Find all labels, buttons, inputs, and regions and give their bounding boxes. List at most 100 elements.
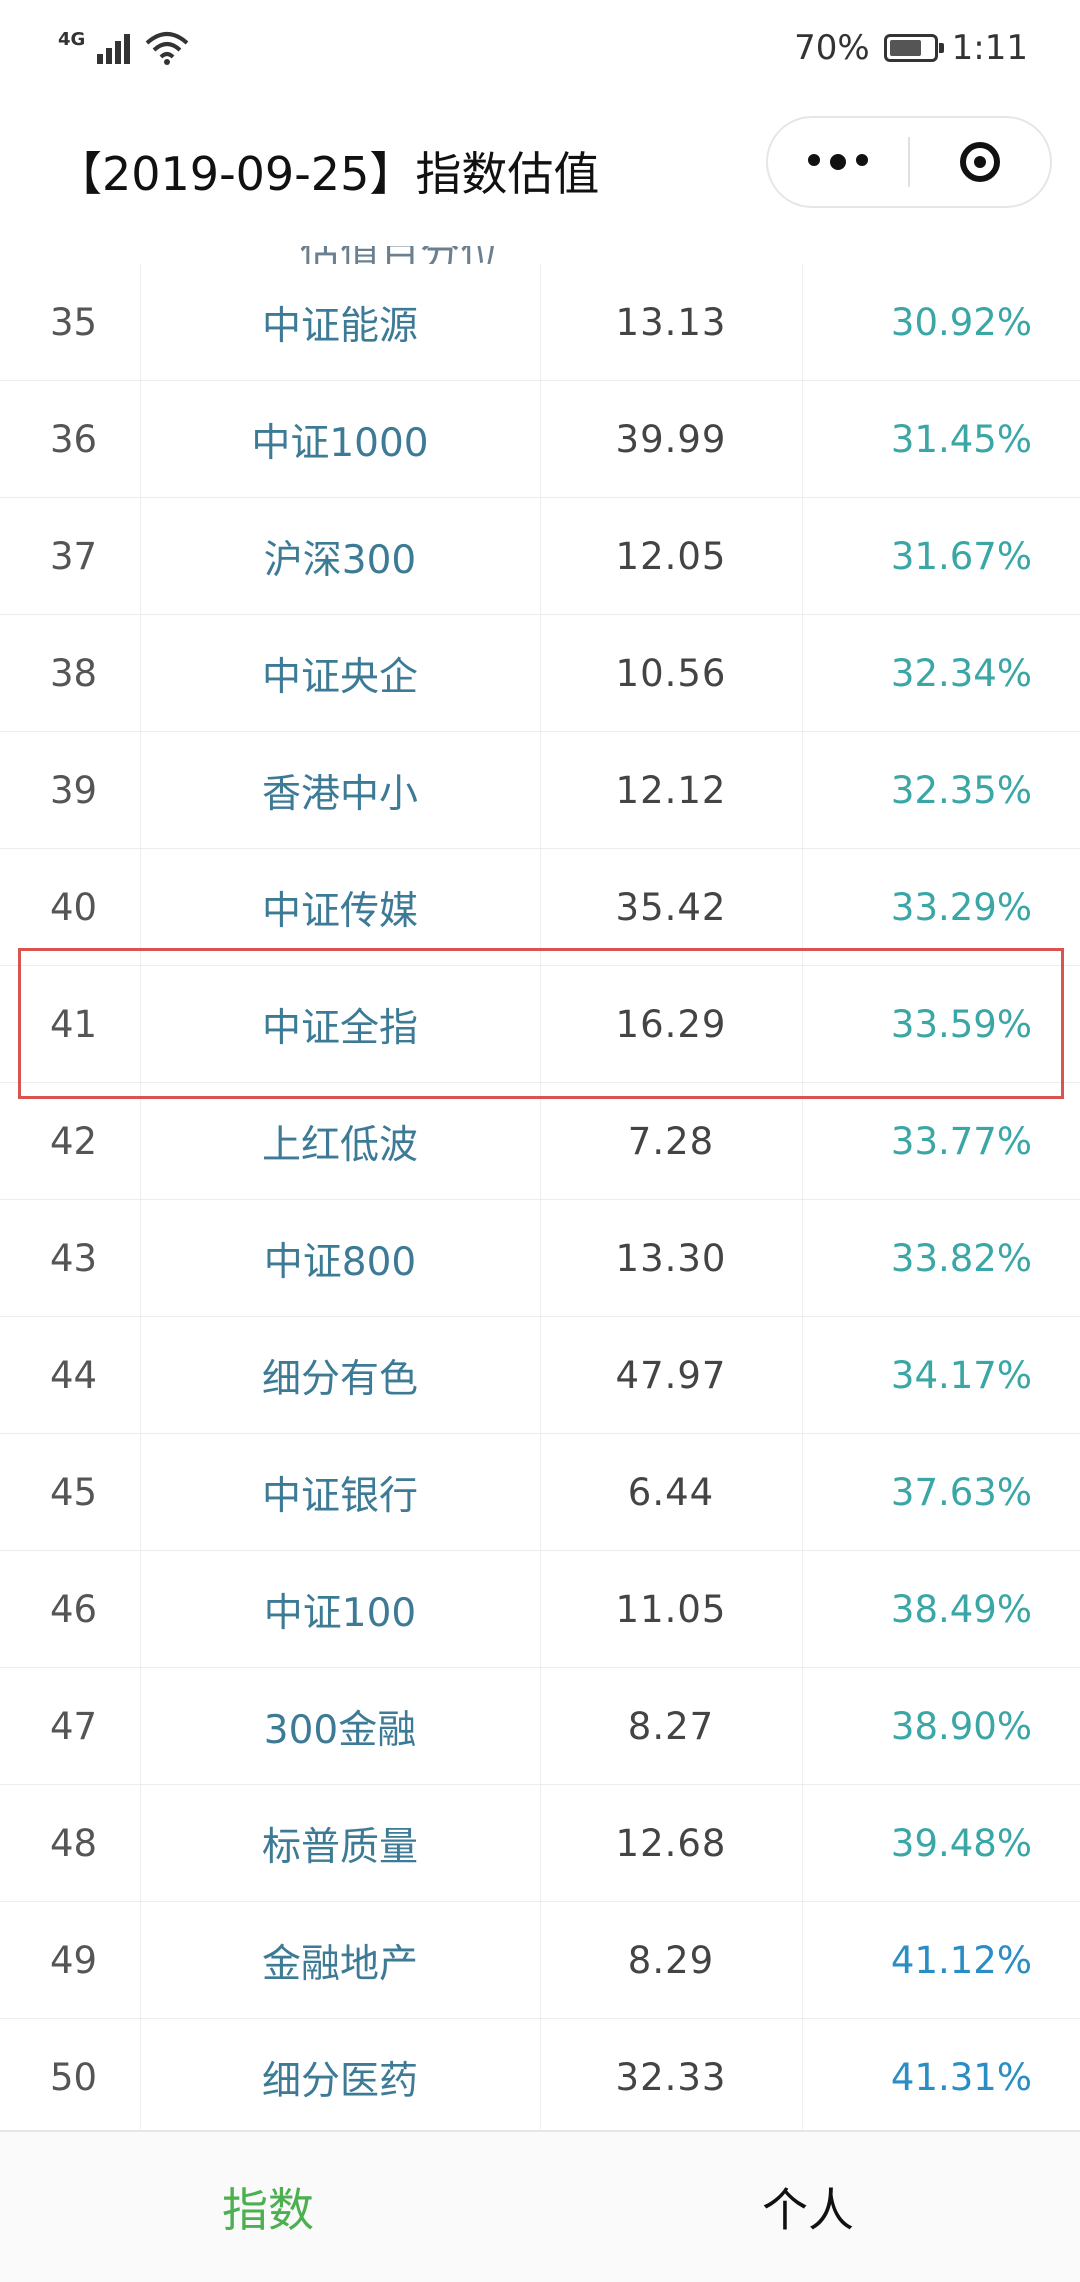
percentile-cell: 31.67%: [890, 535, 1032, 578]
tab-index[interactable]: 指数: [0, 2132, 540, 2282]
table-row[interactable]: 45 中证银行 6.44 37.63%: [0, 1434, 1080, 1551]
percentile-cell: 38.90%: [890, 1705, 1032, 1748]
index-name-cell: 300金融: [263, 1707, 417, 1753]
pe-cell: 6.44: [627, 1471, 715, 1514]
index-name-cell: 沪深300: [263, 537, 417, 583]
index-name-cell: 中证全指: [261, 1005, 418, 1051]
valuation-table[interactable]: 35 中证能源 13.13 30.92% 36 中证1000 39.99 31.45% 37 沪深…: [0, 264, 1080, 2130]
table-row[interactable]: 47 300金融 8.27 38.90%: [0, 1668, 1080, 1785]
rank-cell: 43: [50, 1237, 98, 1280]
percentile-cell: 30.92%: [890, 301, 1032, 344]
rank-cell: 50: [50, 2056, 98, 2099]
table-row[interactable]: 40 中证传媒 35.42 33.29%: [0, 849, 1080, 966]
table-row[interactable]: 37 沪深300 12.05 31.67%: [0, 498, 1080, 615]
index-name-cell: 香港中小: [261, 771, 418, 817]
rank-cell: 36: [50, 418, 98, 461]
table-row[interactable]: 46 中证100 11.05 38.49%: [0, 1551, 1080, 1668]
rank-cell: 35: [50, 301, 98, 344]
table-row[interactable]: 41 中证全指 16.29 33.59%: [0, 966, 1080, 1083]
percentile-cell: 33.59%: [890, 1003, 1032, 1046]
index-name-cell: 细分医药: [261, 2058, 418, 2104]
index-name-cell: 标普质量: [261, 1824, 418, 1870]
index-name-cell: 金融地产: [261, 1941, 418, 1987]
table-row[interactable]: 35 中证能源 13.13 30.92%: [0, 264, 1080, 381]
pe-cell: 11.05: [615, 1588, 727, 1631]
clipped-header-row: 估值百分位: [0, 246, 1080, 264]
page-title: 【2019-09-25】指数估值: [56, 147, 600, 201]
tab-personal-label: 个人: [762, 2183, 854, 2237]
more-button[interactable]: [768, 118, 908, 206]
battery-icon: [883, 34, 944, 62]
target-icon: [959, 142, 1000, 182]
percentile-cell: 33.82%: [890, 1237, 1032, 1280]
rank-cell: 45: [50, 1471, 98, 1514]
pe-cell: 13.13: [615, 301, 727, 344]
percentile-cell: 39.48%: [890, 1822, 1032, 1865]
status-right: 70% 1:11: [794, 28, 1028, 68]
table-row[interactable]: 38 中证央企 10.56 32.34%: [0, 615, 1080, 732]
percentile-cell: 37.63%: [890, 1471, 1032, 1514]
percentile-cell: 32.35%: [890, 769, 1032, 812]
rank-cell: 38: [50, 652, 98, 695]
tab-personal[interactable]: 个人: [540, 2132, 1080, 2282]
pe-cell: 12.05: [615, 535, 727, 578]
index-name-cell: 中证央企: [261, 654, 418, 700]
rank-cell: 46: [50, 1588, 98, 1631]
table-row[interactable]: 44 细分有色 47.97 34.17%: [0, 1317, 1080, 1434]
percentile-cell: 33.77%: [890, 1120, 1032, 1163]
status-bar: 4G 70% 1:11: [0, 0, 1080, 96]
percentile-cell: 41.31%: [890, 2056, 1032, 2099]
close-miniprogram-button[interactable]: [910, 118, 1050, 206]
table-row[interactable]: 43 中证800 13.30 33.82%: [0, 1200, 1080, 1317]
index-name-cell: 中证800: [263, 1239, 417, 1285]
rank-cell: 41: [50, 1003, 98, 1046]
rank-cell: 39: [50, 769, 98, 812]
pe-cell: 47.97: [615, 1354, 727, 1397]
tab-bar: 指数 个人: [0, 2130, 1080, 2282]
index-name-cell: 中证能源: [261, 303, 418, 349]
percentile-cell: 34.17%: [890, 1354, 1032, 1397]
pe-cell: 35.42: [615, 886, 727, 929]
tab-index-label: 指数: [222, 2183, 314, 2237]
rank-cell: 47: [50, 1705, 98, 1748]
pe-cell: 7.28: [627, 1120, 715, 1163]
pe-cell: 13.30: [615, 1237, 727, 1280]
rank-cell: 40: [50, 886, 98, 929]
index-name-cell: 中证传媒: [261, 888, 418, 934]
network-type: 4G: [58, 28, 86, 50]
rank-cell: 42: [50, 1120, 98, 1163]
battery-percent: 70%: [794, 28, 870, 68]
clock: 1:11: [951, 28, 1028, 68]
table-row[interactable]: 50 细分医药 32.33 41.31%: [0, 2019, 1080, 2130]
capsule-menu: [766, 116, 1052, 208]
pe-cell: 8.27: [627, 1705, 715, 1748]
pe-cell: 10.56: [615, 652, 727, 695]
table-row[interactable]: 39 香港中小 12.12 32.35%: [0, 732, 1080, 849]
pe-cell: 16.29: [615, 1003, 727, 1046]
rank-cell: 44: [50, 1354, 98, 1397]
status-left: 4G: [58, 29, 189, 68]
percentile-cell: 31.45%: [890, 418, 1032, 461]
pe-cell: 12.68: [615, 1822, 727, 1865]
percentile-cell: 41.12%: [890, 1939, 1032, 1982]
percentile-cell: 38.49%: [890, 1588, 1032, 1631]
pe-cell: 12.12: [615, 769, 727, 812]
table-row[interactable]: 49 金融地产 8.29 41.12%: [0, 1902, 1080, 2019]
table-row[interactable]: 36 中证1000 39.99 31.45%: [0, 381, 1080, 498]
percentile-cell: 33.29%: [890, 886, 1032, 929]
table-body: 35 中证能源 13.13 30.92% 36 中证1000 39.99 31.45% 37 沪深…: [0, 264, 1080, 2130]
percentile-cell: 32.34%: [890, 652, 1032, 695]
table-row[interactable]: 48 标普质量 12.68 39.48%: [0, 1785, 1080, 1902]
index-name-cell: 中证100: [263, 1590, 417, 1636]
table-row[interactable]: 42 上红低波 7.28 33.77%: [0, 1083, 1080, 1200]
clipped-header-text: 估值百分位: [300, 246, 500, 264]
pe-cell: 8.29: [627, 1939, 715, 1982]
index-name-cell: 细分有色: [261, 1356, 418, 1402]
more-dots-icon: [808, 154, 868, 170]
wifi-icon: [145, 32, 189, 65]
pe-cell: 32.33: [615, 2056, 727, 2099]
rank-cell: 49: [50, 1939, 98, 1982]
signal-icon: [97, 34, 131, 64]
index-name-cell: 中证银行: [261, 1473, 418, 1519]
index-name-cell: 上红低波: [261, 1122, 418, 1168]
